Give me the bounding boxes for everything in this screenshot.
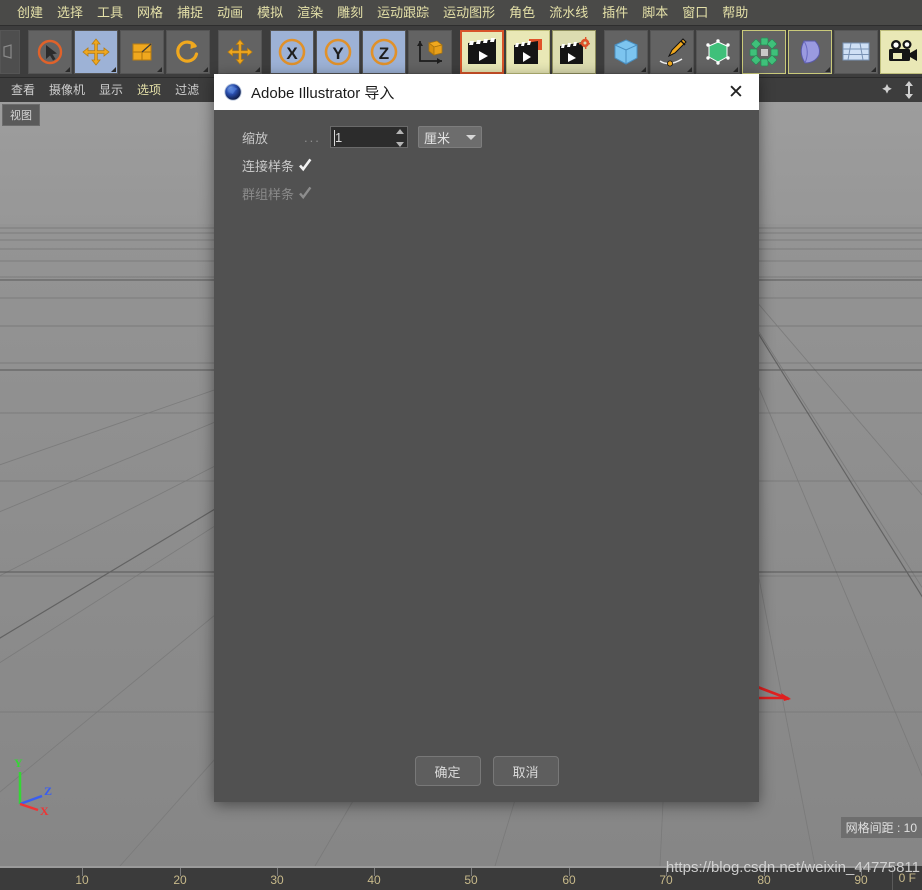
scale-stepper[interactable] xyxy=(395,129,404,147)
gizmo-label-x: X xyxy=(40,804,49,818)
menu-item-13[interactable]: 插件 xyxy=(595,0,635,26)
cinema4d-app-window: 创建 选择 工具 网格 捕捉 动画 模拟 渲染 雕刻 运动跟踪 运动图形 角色 流水线 插件 脚本 窗口 帮助 xyxy=(0,0,922,890)
world-object-coord-icon[interactable] xyxy=(408,29,452,74)
menu-item-5[interactable]: 动画 xyxy=(210,0,250,26)
viewport-menu-item-2[interactable]: 显示 xyxy=(92,78,130,102)
current-frame-indicator[interactable]: 0 F xyxy=(891,866,922,890)
group-splines-row: 群组样条 xyxy=(214,180,759,206)
menu-item-3[interactable]: 网格 xyxy=(130,0,170,26)
menu-item-7[interactable]: 渲染 xyxy=(290,0,330,26)
connect-splines-checkbox[interactable] xyxy=(298,158,312,172)
viewport-menu-item-4[interactable]: 过滤 xyxy=(168,78,206,102)
ok-button[interactable]: 确定 xyxy=(414,756,481,786)
scale-unit-value: 厘米 xyxy=(424,130,451,146)
scale-row: 缩放 ... 厘米 xyxy=(214,124,759,150)
menu-item-10[interactable]: 运动图形 xyxy=(436,0,502,26)
axis-x-lock-icon[interactable]: X xyxy=(270,29,314,74)
annotation-arrow-icon xyxy=(755,684,791,701)
scale-dots: ... xyxy=(304,129,321,145)
grid-spacing-readout: 网格间距 : 10 xyxy=(840,817,922,838)
connect-splines-label: 连接样条 xyxy=(242,158,295,174)
viewport-menu-item-3[interactable]: 选项 xyxy=(130,78,168,102)
scene-floor-icon[interactable] xyxy=(834,29,878,74)
ruler-tick-label-8: 90 xyxy=(854,873,868,887)
menu-item-16[interactable]: 帮助 xyxy=(715,0,755,26)
toolbar-group-transform xyxy=(24,29,214,74)
menu-item-12[interactable]: 流水线 xyxy=(542,0,595,26)
render-settings-icon[interactable] xyxy=(552,29,596,74)
text-caret xyxy=(334,130,335,146)
scale-unit-dropdown[interactable]: 厘米 xyxy=(418,126,482,148)
select-arrow-icon[interactable] xyxy=(28,29,72,74)
main-icon-toolbar: X Y Z xyxy=(0,26,922,78)
adobe-illustrator-import-dialog[interactable]: Adobe Illustrator 导入 ✕ 缩放 ... 厘米 连接样条 xyxy=(214,74,759,802)
svg-text:Z: Z xyxy=(379,44,389,63)
axis-gizmo: Y Z X xyxy=(8,756,68,820)
ruler-tick-label-2: 30 xyxy=(270,873,284,887)
generator-nurbs-icon[interactable] xyxy=(696,29,740,74)
cube-primitive-icon[interactable] xyxy=(604,29,648,74)
camera-icon[interactable] xyxy=(880,29,922,74)
pan-view-icon[interactable] xyxy=(879,82,895,103)
timeline-ruler[interactable]: 10 20 30 40 50 60 70 80 90 xyxy=(0,866,922,890)
menu-item-6[interactable]: 模拟 xyxy=(250,0,290,26)
dialog-title-bar: Adobe Illustrator 导入 ✕ xyxy=(214,74,759,110)
rotate-icon[interactable] xyxy=(166,29,210,74)
world-axis-move-icon[interactable] xyxy=(218,29,262,74)
menu-item-4[interactable]: 捕捉 xyxy=(170,0,210,26)
viewport-tab-label[interactable]: 视图 xyxy=(2,104,40,126)
dialog-body: 缩放 ... 厘米 连接样条 群组样条 xyxy=(214,110,759,740)
ruler-tick-label-0: 10 xyxy=(75,873,89,887)
undo-icon[interactable] xyxy=(0,29,20,74)
viewport-menu-item-1[interactable]: 摄像机 xyxy=(42,78,92,102)
move-icon[interactable] xyxy=(74,29,118,74)
toolbar-group-render xyxy=(456,29,600,74)
chevron-down-icon xyxy=(466,134,476,140)
axis-z-lock-icon[interactable]: Z xyxy=(362,29,406,74)
toolbar-group-objects xyxy=(600,29,922,74)
deformer-bend-icon[interactable] xyxy=(788,29,832,74)
scale-icon[interactable] xyxy=(120,29,164,74)
menu-item-14[interactable]: 脚本 xyxy=(635,0,675,26)
ruler-tick-label-6: 70 xyxy=(659,873,673,887)
ruler-tick-label-1: 20 xyxy=(173,873,187,887)
menu-item-2[interactable]: 工具 xyxy=(90,0,130,26)
group-splines-checkbox xyxy=(298,186,312,200)
menu-item-9[interactable]: 运动跟踪 xyxy=(370,0,436,26)
svg-text:Y: Y xyxy=(332,44,344,63)
close-icon[interactable]: ✕ xyxy=(721,77,751,107)
menu-item-0[interactable]: 创建 xyxy=(10,0,50,26)
dialog-footer: 确定 取消 xyxy=(214,740,759,802)
render-view-icon[interactable] xyxy=(460,29,504,74)
dialog-title: Adobe Illustrator 导入 xyxy=(251,84,395,102)
scale-input[interactable] xyxy=(330,126,408,148)
scale-label: 缩放 xyxy=(242,130,269,146)
menu-item-8[interactable]: 雕刻 xyxy=(330,0,370,26)
svg-text:X: X xyxy=(286,44,298,63)
scale-value-field[interactable] xyxy=(331,129,389,145)
menu-item-1[interactable]: 选择 xyxy=(50,0,90,26)
menu-item-15[interactable]: 窗口 xyxy=(675,0,715,26)
render-picture-viewer-icon[interactable] xyxy=(506,29,550,74)
menu-item-11[interactable]: 角色 xyxy=(502,0,542,26)
connect-splines-row: 连接样条 xyxy=(214,152,759,178)
toolbar-group-axis-lock: X Y Z xyxy=(266,29,456,74)
pen-spline-icon[interactable] xyxy=(650,29,694,74)
main-menu-bar: 创建 选择 工具 网格 捕捉 动画 模拟 渲染 雕刻 运动跟踪 运动图形 角色 流水线 插件 脚本 窗口 帮助 xyxy=(0,0,922,26)
axis-y-lock-icon[interactable]: Y xyxy=(316,29,360,74)
ruler-tick-label-7: 80 xyxy=(757,873,771,887)
group-splines-label: 群组样条 xyxy=(242,186,295,202)
gizmo-label-y: Y xyxy=(14,756,23,770)
ruler-tick-label-4: 50 xyxy=(464,873,478,887)
adobe-illustrator-icon xyxy=(224,83,242,101)
viewport-menu-item-0[interactable]: 查看 xyxy=(4,78,42,102)
ruler-tick-label-3: 40 xyxy=(367,873,381,887)
mograph-cloner-icon[interactable] xyxy=(742,29,786,74)
viewport-nav-icons xyxy=(879,81,916,104)
ruler-tick-label-5: 60 xyxy=(562,873,576,887)
gizmo-label-z: Z xyxy=(44,784,53,798)
dolly-view-icon[interactable] xyxy=(902,81,916,104)
cancel-button[interactable]: 取消 xyxy=(492,756,559,786)
toolbar-group-world xyxy=(214,29,266,74)
